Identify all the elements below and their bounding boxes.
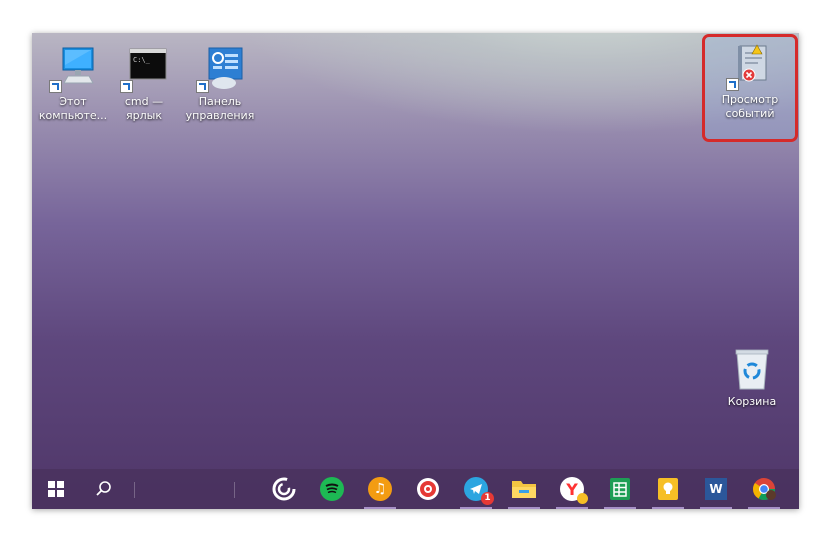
shortcut-arrow-icon	[120, 80, 133, 93]
desktop-icon-label: Панель управления	[185, 95, 255, 122]
taskbar-separator	[234, 482, 235, 498]
control-panel-icon	[196, 45, 244, 93]
start-button[interactable]	[40, 473, 72, 505]
shortcut-arrow-icon	[49, 80, 62, 93]
desktop-screenshot: Этот компьюте... C:\_ cmd — ярлык Панель…	[32, 33, 799, 509]
chrome-icon	[753, 478, 776, 500]
cmd-prompt-text: C:\_	[133, 56, 151, 64]
folder-icon	[512, 481, 536, 498]
desktop-icon-label: cmd — ярлык	[124, 95, 164, 122]
desktop-icon-label: Просмотр событий	[721, 93, 779, 120]
active-indicator	[508, 507, 540, 509]
cmd-icon: C:\_	[120, 45, 168, 93]
word-app[interactable]: W	[700, 473, 732, 509]
telegram-icon: 1	[464, 477, 494, 505]
windows-start-icon	[48, 481, 64, 497]
event-viewer-icon	[726, 43, 774, 91]
search-button[interactable]	[88, 473, 120, 505]
lightbulb-icon	[658, 478, 678, 500]
desktop-icon-label: Этот компьюте...	[38, 95, 108, 122]
desktop-icon-label: Корзина	[727, 395, 777, 408]
telegram-app[interactable]: 1	[460, 473, 494, 509]
explorer-app[interactable]	[508, 473, 540, 509]
word-icon-letter: W	[709, 482, 723, 496]
taskbar-separator	[134, 482, 135, 498]
desktop-icon-this-pc[interactable]: Этот компьюте...	[36, 45, 110, 123]
active-indicator	[460, 507, 492, 509]
yandex-browser-icon: Y	[560, 477, 588, 504]
keep-app[interactable]	[652, 473, 684, 509]
red-app[interactable]	[412, 473, 444, 505]
desktop-icon-control-panel[interactable]: Панель управления	[183, 45, 257, 123]
monitor-icon	[49, 45, 97, 93]
taskbar: ♫ 1 Y W	[32, 469, 799, 509]
desktop-icon-recycle-bin[interactable]: Корзина	[715, 345, 789, 409]
notification-badge: 1	[481, 492, 494, 505]
red-target-icon	[417, 478, 439, 500]
desktop-icon-cmd[interactable]: C:\_ cmd — ярлык	[107, 45, 181, 123]
active-indicator	[748, 507, 780, 509]
active-indicator	[700, 507, 732, 509]
cortana-icon	[272, 477, 296, 501]
cortana-app[interactable]	[268, 473, 300, 505]
active-indicator	[556, 507, 588, 509]
yandex-browser-app[interactable]: Y	[556, 473, 588, 509]
spotify-icon	[320, 477, 344, 501]
word-icon: W	[705, 478, 727, 500]
shortcut-arrow-icon	[726, 78, 739, 91]
shortcut-arrow-icon	[196, 80, 209, 93]
recycle-bin-icon	[728, 345, 776, 393]
music-app[interactable]: ♫	[364, 473, 396, 509]
active-indicator	[652, 507, 684, 509]
chrome-app[interactable]	[748, 473, 780, 509]
active-indicator	[364, 507, 396, 509]
desktop-icon-event-viewer[interactable]: Просмотр событий	[713, 43, 787, 121]
music-icon: ♫	[368, 477, 392, 501]
sheets-app[interactable]	[604, 473, 636, 509]
active-indicator	[604, 507, 636, 509]
search-icon	[96, 481, 111, 496]
spotify-app[interactable]	[316, 473, 348, 505]
sheets-icon	[610, 478, 630, 500]
